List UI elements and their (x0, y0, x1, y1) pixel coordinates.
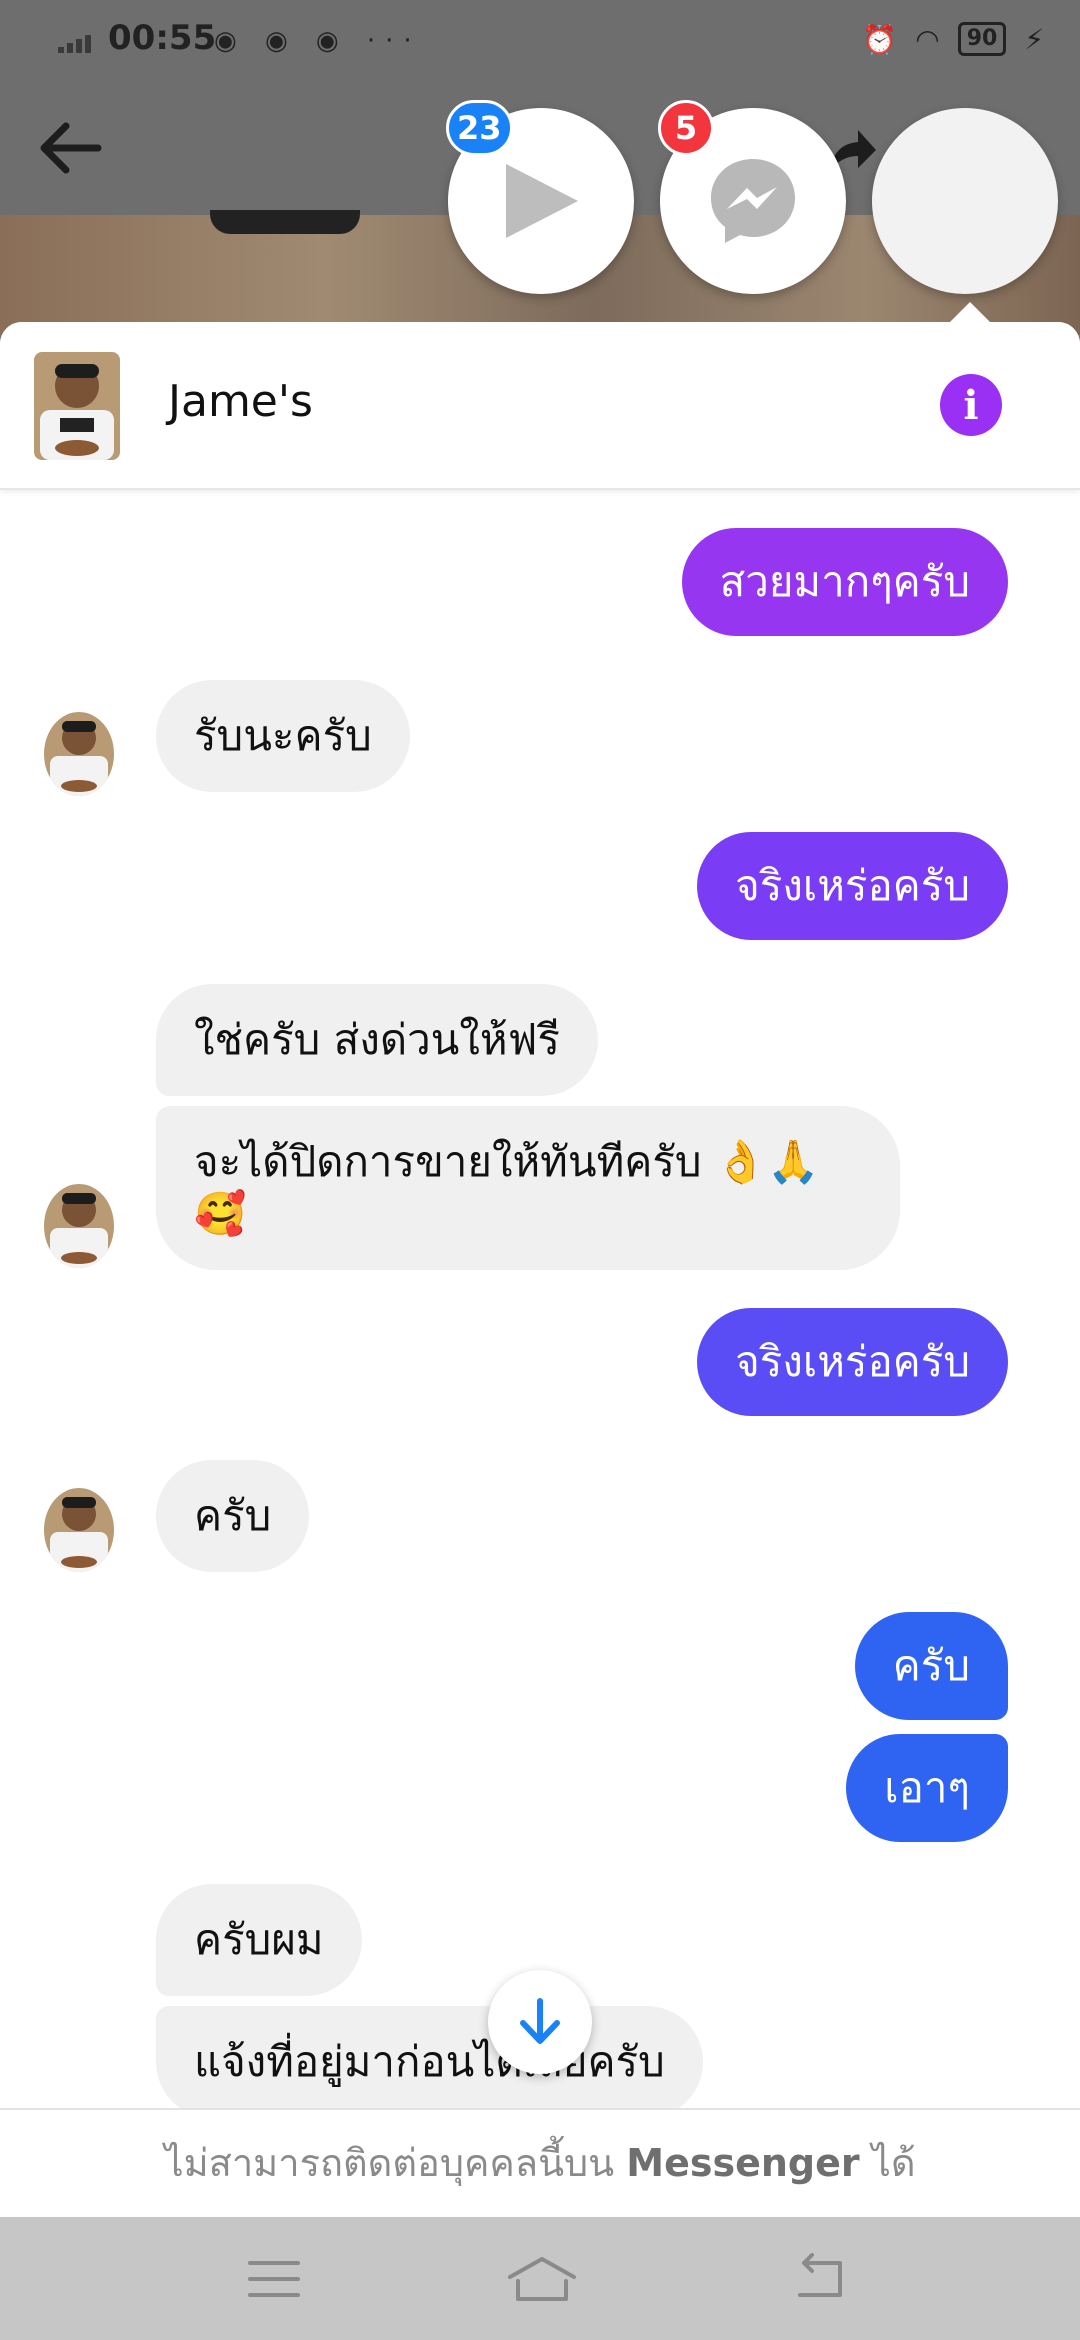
avatar[interactable] (44, 712, 114, 796)
back-icon[interactable] (790, 2251, 850, 2307)
message-bubble-outgoing[interactable]: ครับ (854, 1612, 1008, 1720)
video-badge: 23 (446, 100, 513, 156)
message-bubble-incoming[interactable]: รับนะครับ (156, 680, 410, 792)
avatar[interactable] (44, 1488, 114, 1572)
active-chathead[interactable] (872, 108, 1058, 294)
message-bubble-incoming[interactable]: ครับ (156, 1460, 310, 1572)
charging-icon: ⚡ (1024, 22, 1044, 56)
home-icon[interactable] (506, 2251, 578, 2307)
chathead-pointer (950, 302, 990, 322)
status-time: 00:55 (108, 18, 217, 58)
messenger-icon (711, 159, 795, 243)
status-right: ⏰ ◠ 90 ⚡ (862, 22, 1044, 56)
message-bubble-incoming[interactable]: แจ้งที่อยู่มาก่อนได้เลยครับ (156, 2006, 703, 2118)
message-bubble-incoming[interactable]: ใช่ครับ ส่งด่วนให้ฟรี (156, 984, 598, 1096)
signal-icon (58, 34, 98, 54)
message-bubble-outgoing[interactable]: เอาๆ (846, 1734, 1008, 1842)
play-icon (506, 164, 578, 238)
chat-panel: Jame's i สวยมากๆครับ รับนะครับ จริงเหร่อ… (0, 322, 1080, 2215)
notification-icons: ◉ ◉ ◉ ··· (214, 26, 422, 56)
messenger-badge: 5 (658, 100, 714, 156)
message-bubble-outgoing[interactable]: สวยมากๆครับ (681, 528, 1008, 636)
status-bar: 00:55 ◉ ◉ ◉ ··· ⏰ ◠ 90 ⚡ (0, 0, 1080, 84)
video-chathead[interactable]: 23 (446, 100, 634, 294)
unavailable-notice: ไม่สามารถติดต่อบุคคลนี้บน Messenger ได้ (0, 2108, 1080, 2217)
system-nav-bar (0, 2215, 1080, 2340)
back-arrow-icon[interactable] (36, 118, 106, 178)
alarm-icon: ⏰ (862, 22, 898, 56)
message-bubble-incoming[interactable]: ครับผม (156, 1884, 362, 1996)
chat-header: Jame's i (0, 322, 1080, 490)
scroll-to-bottom-button[interactable] (488, 1970, 592, 2074)
menu-icon[interactable] (244, 2251, 304, 2307)
battery-icon: 90 (957, 22, 1007, 56)
info-icon[interactable]: i (940, 374, 1002, 436)
message-bubble-outgoing[interactable]: จริงเหร่อครับ (697, 832, 1008, 940)
message-bubble-incoming[interactable]: จะได้ปิดการขายให้ทันทีครับ 👌🙏🥰 (156, 1106, 900, 1270)
message-bubble-outgoing[interactable]: จริงเหร่อครับ (697, 1308, 1008, 1416)
arrow-down-icon (520, 1998, 560, 2044)
messenger-chathead[interactable]: 5 (658, 100, 846, 294)
contact-name: Jame's (168, 376, 313, 427)
background-device (210, 210, 360, 234)
avatar[interactable] (34, 352, 120, 460)
wifi-icon: ◠ (915, 22, 940, 56)
avatar[interactable] (44, 1184, 114, 1268)
